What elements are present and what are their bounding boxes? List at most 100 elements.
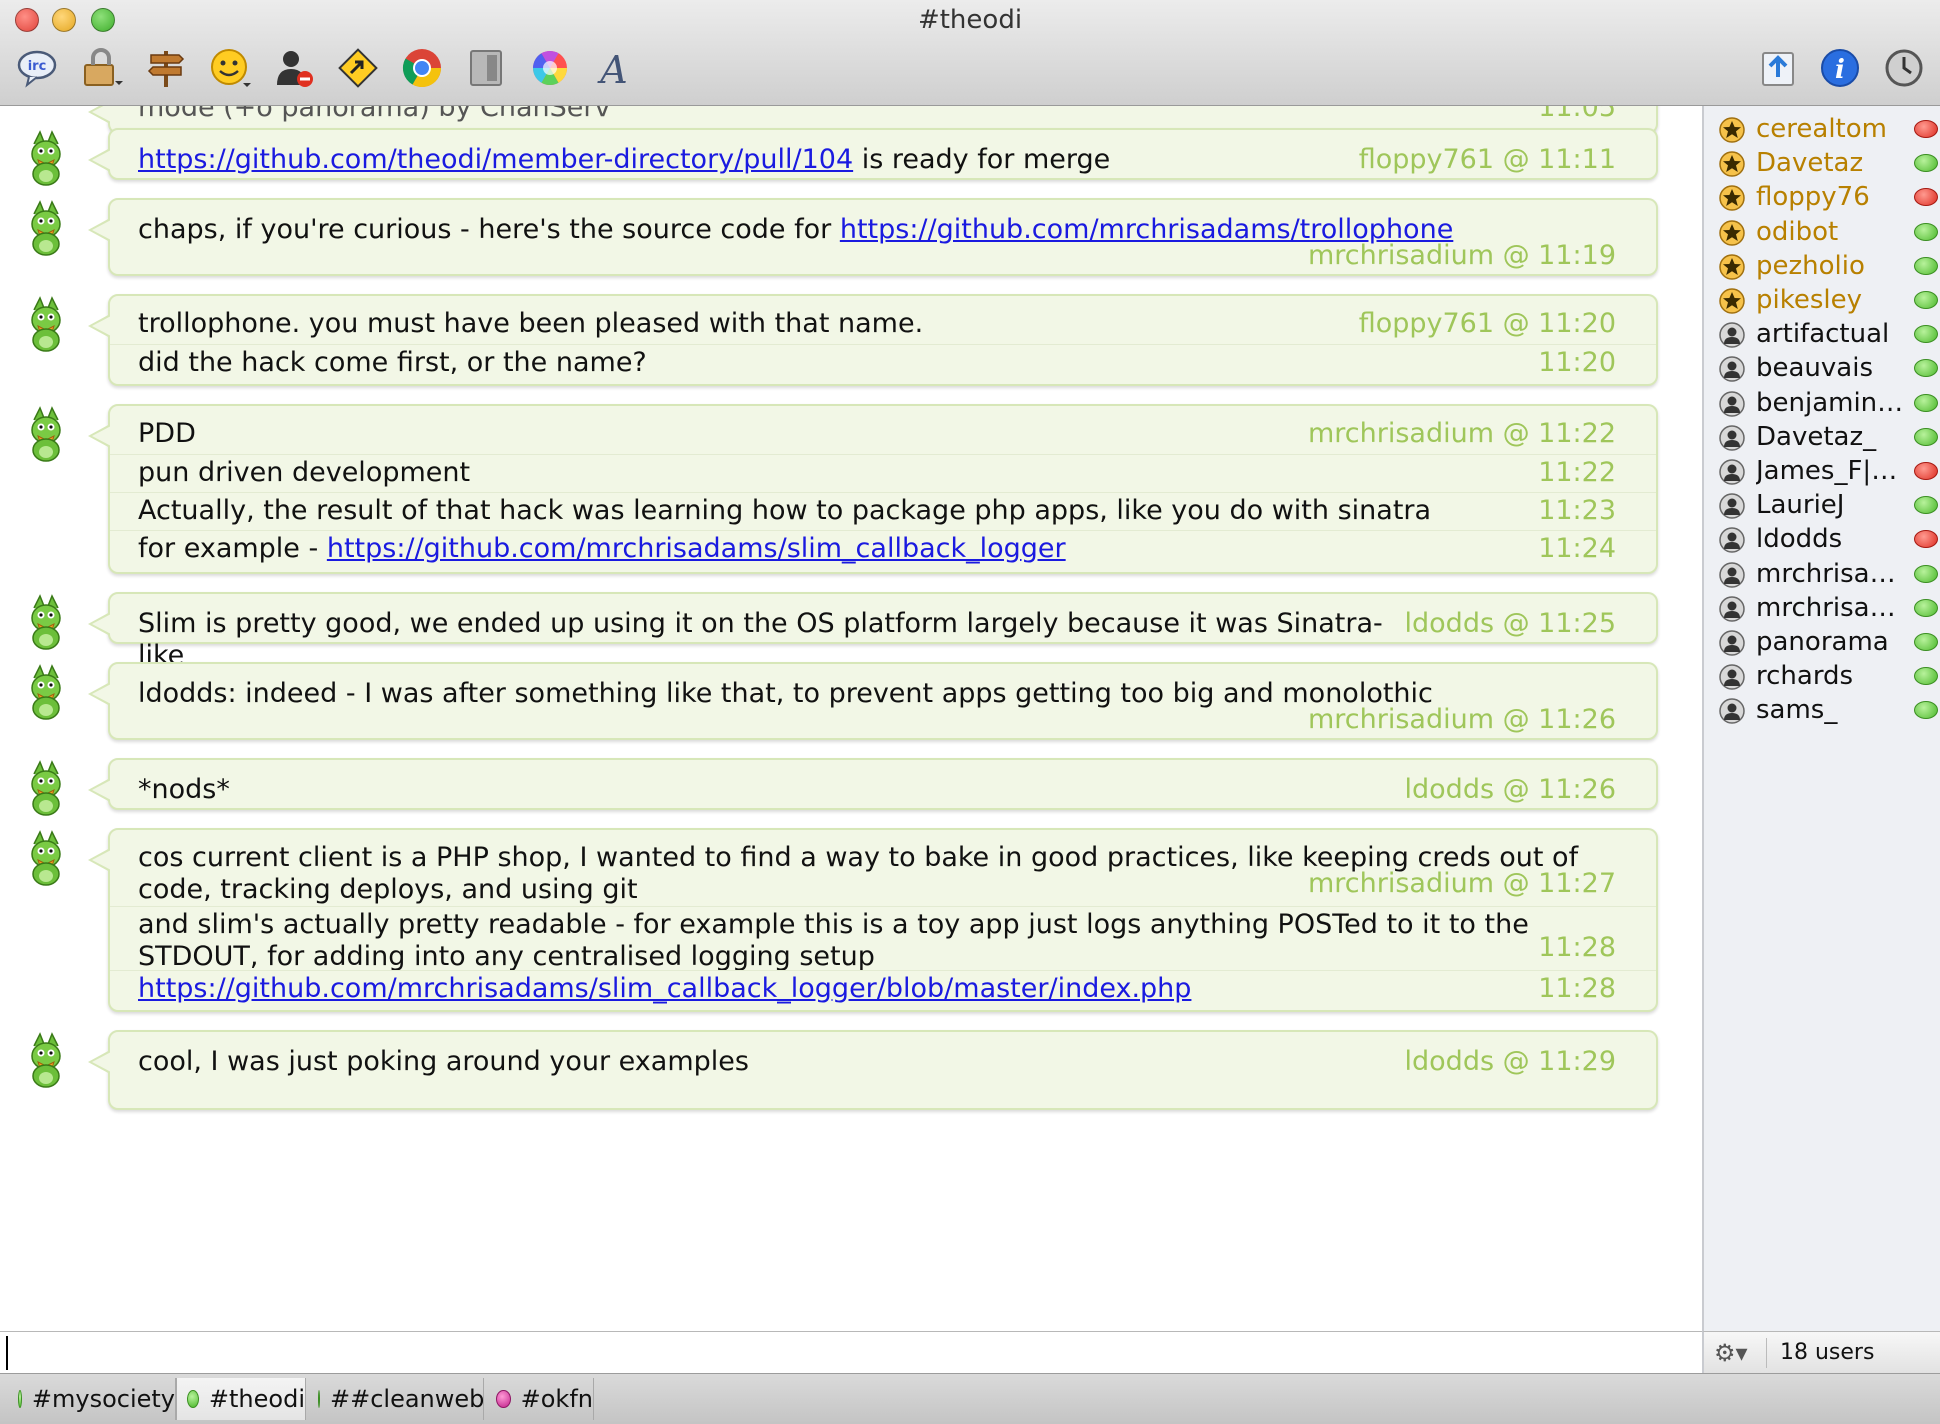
channel-tab[interactable]: #mysociety	[8, 1378, 176, 1420]
chat-transcript[interactable]: 11:05 mode (+o panorama) by ChanServ flo…	[0, 106, 1702, 1331]
user-name: rchards	[1756, 661, 1854, 692]
user-icon	[1718, 629, 1746, 657]
channel-tab[interactable]: #theodi	[176, 1378, 306, 1420]
message-bubble: mrchrisadium @ 11:27 cos current client i…	[88, 828, 1658, 1012]
user-list-item[interactable]: Davetaz	[1716, 146, 1940, 180]
away-icon[interactable]	[336, 46, 380, 90]
message-line: 11:24 for example - https://github.com/mr…	[110, 530, 1656, 564]
user-list-item[interactable]: artifactual	[1716, 317, 1940, 351]
user-icon	[1718, 697, 1746, 725]
user-list-item[interactable]: ldodds	[1716, 522, 1940, 556]
message-text: is ready for merge	[853, 144, 1111, 175]
status-bubble-icon	[1914, 222, 1938, 241]
message-text: pun driven development	[138, 457, 471, 488]
message-meta: ldodds @ 11:29	[1404, 1046, 1616, 1077]
status-bubble-icon	[1914, 256, 1938, 275]
message-text: and slim's actually pretty readable - fo…	[138, 909, 1529, 972]
user-name: James_F|A…	[1756, 456, 1906, 486]
user-list-item[interactable]: odibot	[1716, 215, 1940, 249]
message-link[interactable]: https://github.com/mrchrisadams/slim_cal…	[138, 973, 1191, 1004]
clock-icon[interactable]	[1882, 46, 1926, 90]
message-text: mode (+o panorama) by ChanServ	[138, 106, 611, 123]
tab-label: #theodi	[208, 1385, 305, 1413]
adium-duck-avatar-icon	[26, 296, 66, 352]
adium-duck-avatar-icon	[26, 130, 66, 186]
signpost-icon[interactable]	[144, 46, 188, 90]
message-link[interactable]: https://github.com/mrchrisadams/slim_cal…	[327, 533, 1066, 564]
user-list-item[interactable]: pikesley	[1716, 283, 1940, 317]
user-name: mrchrisad…	[1756, 558, 1906, 589]
status-bubble-icon	[1914, 667, 1938, 686]
tab-label: #okfn	[520, 1385, 593, 1413]
divider	[1766, 1338, 1767, 1368]
operator-star-icon	[1718, 219, 1746, 247]
lock-icon[interactable]	[80, 46, 124, 90]
status-bubble-icon	[1914, 393, 1938, 412]
message-meta: 11:28	[1538, 973, 1616, 1004]
gear-icon[interactable]: ⚙▾	[1714, 1338, 1758, 1368]
channel-tab[interactable]: ##cleanweb	[308, 1378, 484, 1420]
svg-text:i: i	[1835, 55, 1845, 85]
user-list-item[interactable]: rchards	[1716, 659, 1940, 693]
message-bubble: mrchrisadium @ 11:19 chaps, if you're cur…	[88, 198, 1658, 276]
info-icon[interactable]: i	[1818, 46, 1862, 90]
adium-duck-avatar-icon	[26, 830, 66, 886]
message-text: for example -	[138, 533, 327, 564]
status-bubble-icon	[1914, 188, 1938, 207]
smiley-icon[interactable]	[208, 46, 252, 90]
user-list-item[interactable]: mrchrisadi…	[1716, 591, 1940, 625]
message-meta: 11:05	[1538, 106, 1616, 123]
message-line: ldodds @ 11:29 cool, I was just poking ar…	[110, 1046, 1656, 1078]
user-name: odibot	[1756, 216, 1839, 247]
upload-icon[interactable]	[1756, 46, 1800, 90]
user-icon	[1718, 663, 1746, 691]
user-list-item[interactable]: James_F|A…	[1716, 454, 1940, 488]
message-bubble: ldodds @ 11:25 Slim is pretty good, we en…	[88, 592, 1658, 671]
message-line: mrchrisadium @ 11:22 PDD	[110, 418, 1656, 450]
user-list-item[interactable]: sams_	[1716, 693, 1940, 727]
adium-duck-avatar-icon	[26, 760, 66, 816]
user-list[interactable]: cerealtom Davetaz floppy76 odibot pezholio pi…	[1702, 106, 1940, 1331]
status-bubble-icon	[496, 1390, 511, 1408]
message-line: floppy761 @ 11:11 https://github.com/theo…	[110, 144, 1656, 176]
message-link[interactable]: https://github.com/theodi/member-directo…	[138, 144, 853, 175]
user-list-item[interactable]: benjaminb…	[1716, 386, 1940, 420]
user-list-item[interactable]: floppy76	[1716, 180, 1940, 214]
color-wheel-icon[interactable]	[528, 46, 572, 90]
operator-star-icon	[1718, 150, 1746, 178]
user-list-item[interactable]: pezholio	[1716, 249, 1940, 283]
svg-text:irc: irc	[28, 59, 47, 74]
adium-duck-avatar-icon	[26, 200, 66, 256]
status-bubble-icon	[187, 1390, 199, 1408]
user-list-item[interactable]: panorama	[1716, 625, 1940, 659]
user-name: beauvais	[1756, 353, 1873, 384]
user-list-item[interactable]: LaurieJ	[1716, 488, 1940, 522]
user-name: artifactual	[1756, 319, 1890, 350]
channel-tab[interactable]: #okfn	[486, 1378, 594, 1420]
user-name: floppy76	[1756, 182, 1870, 213]
irc-icon[interactable]: irc	[16, 46, 60, 90]
font-icon[interactable]: A	[592, 46, 636, 90]
message-text: *nods*	[138, 774, 230, 805]
chrome-icon[interactable]	[400, 46, 444, 90]
user-name: ldodds	[1756, 524, 1843, 555]
user-icon	[1718, 595, 1746, 623]
scrollback-icon[interactable]	[464, 46, 508, 90]
operator-star-icon	[1718, 287, 1746, 315]
user-list-item[interactable]: Davetaz_	[1716, 420, 1940, 454]
user-list-item[interactable]: mrchrisad…	[1716, 557, 1940, 591]
user-list-item[interactable]: beauvais	[1716, 351, 1940, 385]
message-text: trollophone. you must have been pleased …	[138, 308, 924, 339]
message-line: 11:20 did the hack come first, or the nam…	[110, 344, 1656, 378]
message-line: ldodds @ 11:26 *nods*	[110, 774, 1656, 806]
message-meta: 11:20	[1538, 347, 1616, 378]
user-remove-icon[interactable]	[272, 46, 316, 90]
adium-duck-avatar-icon	[26, 406, 66, 462]
message-bubble: ldodds @ 11:26 *nods*	[88, 758, 1658, 810]
user-icon	[1718, 561, 1746, 589]
user-list-item[interactable]: cerealtom	[1716, 112, 1940, 146]
message-input[interactable]	[6, 1336, 1696, 1370]
window-title: #theodi	[917, 5, 1023, 35]
message-line: mrchrisadium @ 11:27 cos current client i…	[110, 842, 1656, 905]
user-name: sams_	[1756, 695, 1838, 726]
